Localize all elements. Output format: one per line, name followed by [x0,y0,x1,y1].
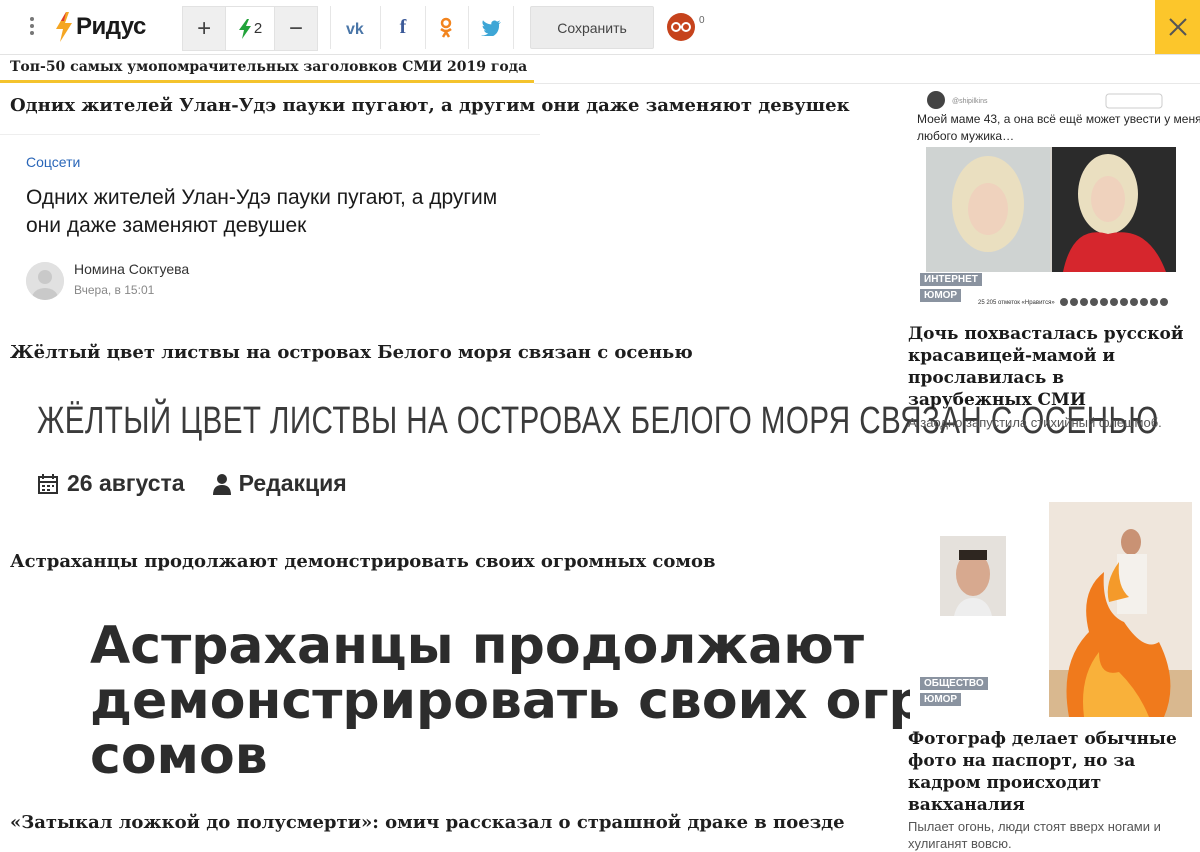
site-logo[interactable]: Ридус [54,10,146,44]
close-icon [1168,18,1187,36]
save-button[interactable]: Сохранить [530,6,654,49]
item-headline: Одних жителей Улан-Удэ пауки пугают, а д… [10,95,850,116]
glasses-icon [671,22,691,32]
facebook-icon: f [399,16,407,38]
card-title[interactable]: Одних жителей Улан-Удэ пауки пугают, а д… [26,184,526,240]
vote-plus-button[interactable]: + [183,7,226,50]
article-date: 26 августа [67,470,185,496]
user-avatar-icon [26,262,64,300]
odnoklassniki-icon [440,17,452,38]
vk-icon: vk [346,21,364,35]
share-twitter-button[interactable] [469,6,513,49]
item-headline: Жёлтый цвет листвы на островах Белого мо… [10,342,693,363]
twitter-icon [481,19,501,36]
passport-photo-image [940,536,1006,616]
lightning-logo-icon [56,12,72,42]
huge-title-line: Астраханцы продолжают [90,619,864,676]
menu-dots-icon[interactable] [24,14,40,40]
divider [330,6,331,49]
fire-photo-image [1049,502,1192,717]
share-facebook-button[interactable]: f [381,6,425,49]
post-user: @shipilkins [952,98,988,105]
card-date: Вчера, в 15:01 [74,283,155,297]
vote-count-value: 2 [253,20,263,37]
divider [513,6,514,49]
article-meta: 26 августа Редакция [37,470,347,497]
top-toolbar: Ридус + 2 − vk f Сохранить 0 [0,0,1200,55]
tag[interactable]: ОБЩЕСТВО [920,677,988,690]
fire-photo[interactable] [1049,502,1192,717]
avatar [26,262,64,300]
article-author: Редакция [238,470,347,496]
item-headline: «Затыкал ложкой до полусмерти»: омич рас… [10,812,845,833]
sidebar-tags: ИНТЕРНЕТ ЮМОР [920,273,982,302]
huge-title-line: сомов [90,726,268,784]
svg-text:vk: vk [346,21,364,35]
collection-title[interactable]: Топ-50 самых умопомрачительных заголовко… [10,59,527,75]
logo-text: Ридус [76,13,146,40]
lightning-icon [238,18,251,39]
vote-count: 2 [225,7,275,50]
divider [0,134,540,135]
close-button[interactable] [1155,0,1200,54]
card-category[interactable]: Соцсети [26,154,80,170]
tag[interactable]: ИНТЕРНЕТ [920,273,982,286]
item-headline: Астраханцы продолжают демонстрировать св… [10,551,716,572]
article-huge-title: Астраханцы продолжают демонстрировать св… [90,619,910,784]
collection-progress-underline [0,80,534,83]
post-caption: Моей маме 43, а она всё ещё может увести… [917,112,1200,143]
tag[interactable]: ЮМОР [920,289,962,302]
sidebar-tags: ОБЩЕСТВО ЮМОР [920,677,988,706]
share-ok-button[interactable] [424,6,468,49]
glasses-badge-icon[interactable] [667,13,695,41]
post-likes: 25 205 отметок «Нравится» [978,300,1055,306]
vote-group: + 2 − [182,6,318,51]
sidebar-card-title[interactable]: Фотограф делает обычные фото на паспорт,… [908,728,1196,816]
vote-minus-button[interactable]: − [274,7,317,50]
sidebar-card-desc: А заодно запустила стихийный флешмоб. [908,415,1162,430]
calendar-icon [38,473,58,494]
sidebar-card-desc: Пылает огонь, люди стоят вверх ногами и … [908,819,1161,851]
share-vk-button[interactable]: vk [336,6,380,49]
badge-count: 0 [699,15,705,26]
sidebar-card-title[interactable]: Дочь похвасталась русской красавицей-мам… [908,323,1193,411]
tag[interactable]: ЮМОР [920,693,962,706]
user-icon [212,473,231,495]
passport-photo-thumbnail[interactable] [940,536,1006,616]
card-author[interactable]: Номина Соктуева [74,261,189,277]
huge-title-line: демонстрировать своих огром [90,671,910,731]
